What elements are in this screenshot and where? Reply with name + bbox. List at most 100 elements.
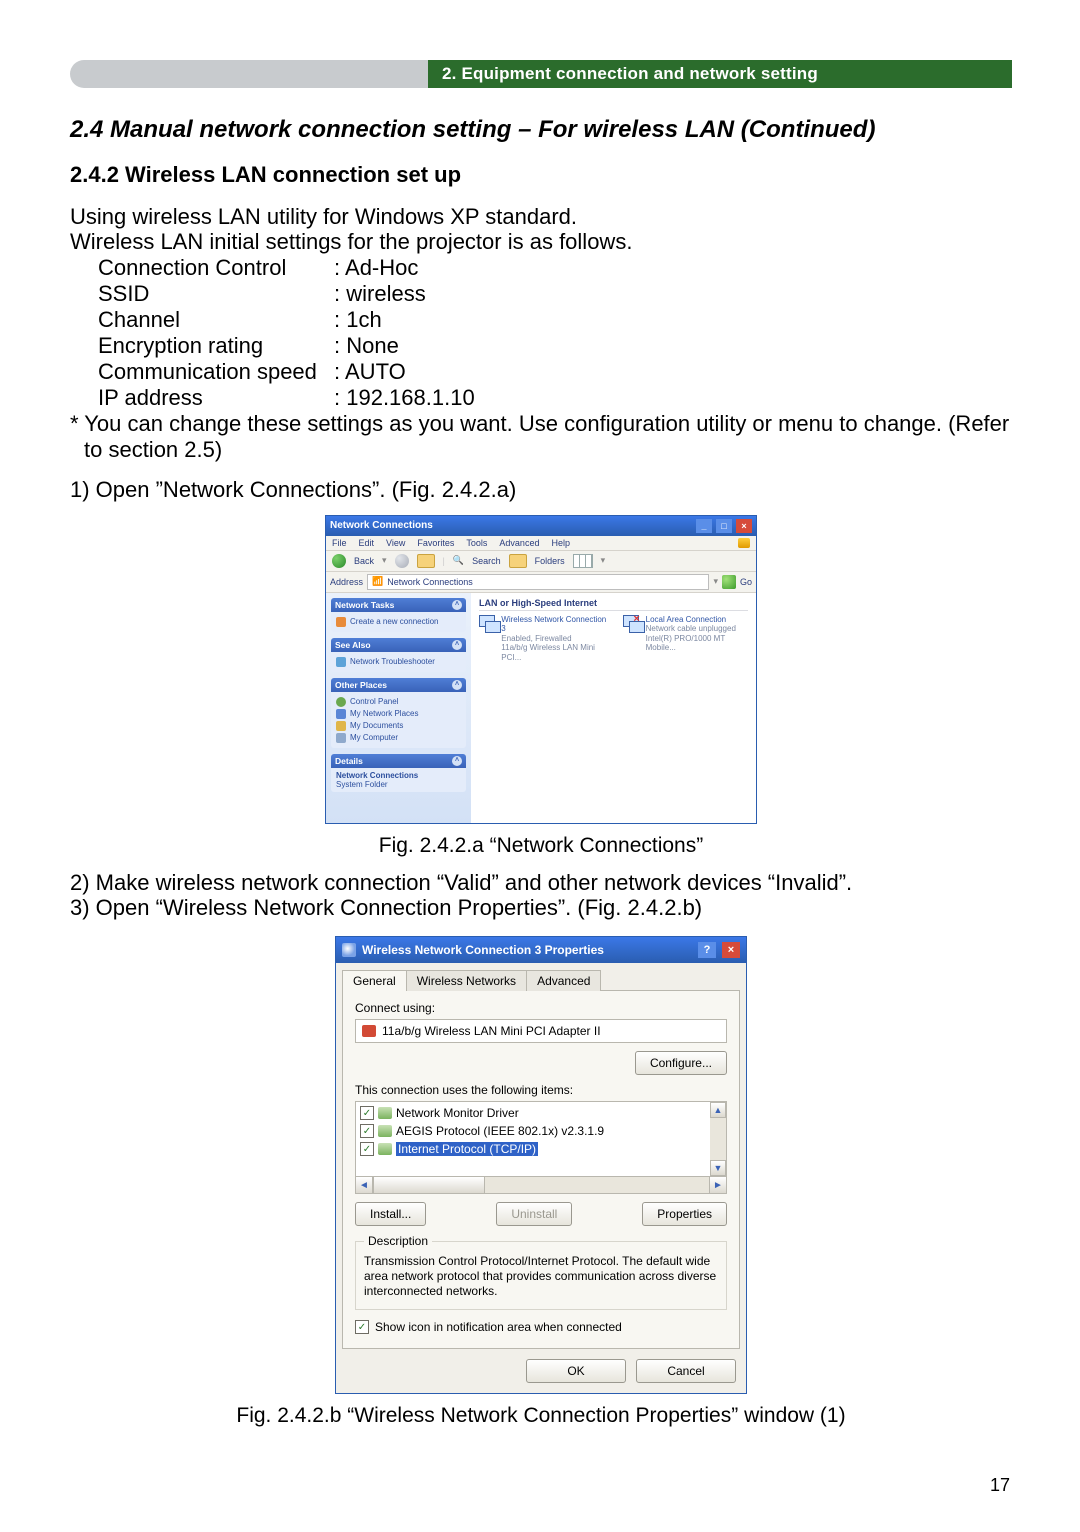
panel-network-tasks-title: Network Tasks: [335, 600, 394, 610]
place-icon: [336, 733, 346, 743]
tab-wireless-networks[interactable]: Wireless Networks: [406, 970, 527, 991]
settings-key: Channel: [98, 307, 334, 333]
search-label: Search: [472, 556, 501, 566]
go-icon[interactable]: [722, 575, 736, 589]
items-list[interactable]: ✓Network Monitor Driver ✓AEGIS Protocol …: [355, 1101, 727, 1177]
maximize-button[interactable]: □: [716, 519, 732, 533]
subsection-title: 2.4.2 Wireless LAN connection set up: [70, 162, 1012, 188]
toolbar[interactable]: Back ▾ | 🔍 Search Folders ▾: [326, 551, 756, 572]
scroll-thumb[interactable]: [373, 1177, 485, 1193]
menu-item[interactable]: Favorites: [417, 538, 454, 548]
scroll-up-icon[interactable]: ▲: [710, 1102, 726, 1118]
panel-details: Details˄ Network Connections System Fold…: [331, 754, 466, 792]
group-label: LAN or High-Speed Internet: [479, 598, 748, 611]
dialog-title: Wireless Network Connection 3 Properties: [362, 943, 604, 957]
settings-key: SSID: [98, 281, 334, 307]
close-button[interactable]: ×: [722, 942, 740, 958]
settings-value: wireless: [334, 281, 426, 307]
help-button[interactable]: ?: [698, 942, 716, 958]
lan-connection-item[interactable]: × Local Area Connection Network cable un…: [623, 615, 748, 653]
chevron-up-icon[interactable]: ˄: [452, 680, 462, 690]
scroll-left-icon[interactable]: ◄: [356, 1177, 373, 1193]
menu-item[interactable]: Advanced: [499, 538, 539, 548]
connections-pane: LAN or High-Speed Internet Wireless Netw…: [471, 593, 756, 823]
tab-advanced[interactable]: Advanced: [526, 970, 601, 991]
list-item[interactable]: ✓Network Monitor Driver: [360, 1104, 708, 1122]
see-also-troubleshooter[interactable]: Network Troubleshooter: [336, 657, 461, 667]
forward-icon[interactable]: [395, 554, 409, 568]
folders-icon[interactable]: [509, 554, 527, 568]
address-icon: 📶: [372, 576, 383, 587]
show-icon-checkbox[interactable]: ✓: [355, 1320, 369, 1334]
address-label: Address: [330, 577, 363, 587]
adapter-field[interactable]: 11a/b/g Wireless LAN Mini PCI Adapter II: [355, 1019, 727, 1043]
list-item[interactable]: ✓Internet Protocol (TCP/IP): [360, 1140, 708, 1158]
install-button[interactable]: Install...: [355, 1202, 426, 1226]
other-place-item[interactable]: My Network Places: [336, 709, 461, 719]
details-line-1: Network Connections: [336, 771, 461, 780]
tab-strip: General Wireless Networks Advanced: [342, 969, 740, 990]
panel-see-also-title: See Also: [335, 640, 371, 650]
tab-panel-general: Connect using: 11a/b/g Wireless LAN Mini…: [342, 990, 740, 1349]
place-icon: [336, 697, 346, 707]
configure-button[interactable]: Configure...: [635, 1051, 727, 1075]
cancel-button[interactable]: Cancel: [636, 1359, 736, 1383]
back-label: Back: [354, 556, 374, 566]
minimize-button[interactable]: _: [696, 519, 712, 533]
menu-item[interactable]: Help: [551, 538, 570, 548]
tab-general[interactable]: General: [342, 970, 407, 991]
window-titlebar[interactable]: Network Connections _ □ ×: [326, 516, 756, 536]
task-create-new-connection[interactable]: Create a new connection: [336, 617, 461, 627]
panel-details-title: Details: [335, 756, 363, 766]
network-icon: [342, 943, 356, 957]
windows-flag-icon: [738, 538, 750, 548]
menu-item[interactable]: Tools: [466, 538, 487, 548]
other-place-item[interactable]: My Documents: [336, 721, 461, 731]
ok-button[interactable]: OK: [526, 1359, 626, 1383]
chapter-header: 2. Equipment connection and network sett…: [70, 60, 1012, 88]
menu-item[interactable]: File: [332, 538, 347, 548]
menu-item[interactable]: View: [386, 538, 405, 548]
chapter-header-label: 2. Equipment connection and network sett…: [428, 60, 1012, 88]
settings-note: * You can change these settings as you w…: [70, 411, 1012, 463]
properties-button[interactable]: Properties: [642, 1202, 727, 1226]
close-button[interactable]: ×: [736, 519, 752, 533]
checkbox-icon[interactable]: ✓: [360, 1106, 374, 1120]
settings-key: Communication speed: [98, 359, 334, 385]
other-place-item[interactable]: Control Panel: [336, 697, 461, 707]
connection-icon: ×: [623, 615, 641, 633]
back-icon[interactable]: [332, 554, 346, 568]
settings-row: Communication speed: AUTO: [98, 359, 1012, 385]
up-icon[interactable]: [417, 554, 435, 568]
side-panel: Network Tasks ˄ Create a new connection S…: [326, 593, 471, 823]
uninstall-button[interactable]: Uninstall: [496, 1202, 572, 1226]
views-icon[interactable]: [573, 554, 593, 568]
intro-line-1: Using wireless LAN utility for Windows X…: [70, 204, 1012, 229]
chevron-up-icon[interactable]: ˄: [452, 640, 462, 650]
scroll-right-icon[interactable]: ►: [709, 1177, 726, 1193]
section-title: 2.4 Manual network connection setting – …: [70, 116, 1012, 144]
page-number: 17: [990, 1475, 1010, 1496]
vertical-scrollbar[interactable]: ▲ ▼: [710, 1102, 726, 1176]
checkbox-icon[interactable]: ✓: [360, 1124, 374, 1138]
other-place-item[interactable]: My Computer: [336, 733, 461, 743]
chevron-up-icon[interactable]: ˄: [452, 600, 462, 610]
settings-value: None: [334, 333, 399, 359]
checkbox-icon[interactable]: ✓: [360, 1142, 374, 1156]
search-icon[interactable]: 🔍: [453, 555, 464, 566]
protocol-icon: [378, 1143, 392, 1155]
wireless-connection-item[interactable]: Wireless Network Connection 3 Enabled, F…: [479, 615, 607, 663]
panel-other-places-title: Other Places: [335, 680, 387, 690]
menu-bar[interactable]: File Edit View Favorites Tools Advanced Help: [326, 536, 756, 551]
settings-value: Ad-Hoc: [334, 255, 418, 281]
dialog-titlebar[interactable]: Wireless Network Connection 3 Properties…: [336, 937, 746, 963]
address-bar[interactable]: Address 📶 Network Connections ▾ Go: [326, 572, 756, 593]
items-label: This connection uses the following items…: [355, 1083, 727, 1097]
chevron-up-icon[interactable]: ˄: [452, 756, 462, 766]
address-value: Network Connections: [387, 577, 473, 587]
menu-item[interactable]: Edit: [359, 538, 375, 548]
list-item[interactable]: ✓AEGIS Protocol (IEEE 802.1x) v2.3.1.9: [360, 1122, 708, 1140]
horizontal-scrollbar[interactable]: ◄ ►: [355, 1177, 727, 1194]
scroll-down-icon[interactable]: ▼: [710, 1160, 726, 1176]
initial-settings-table: Connection ControlAd-HocSSIDwirelessChan…: [98, 255, 1012, 411]
